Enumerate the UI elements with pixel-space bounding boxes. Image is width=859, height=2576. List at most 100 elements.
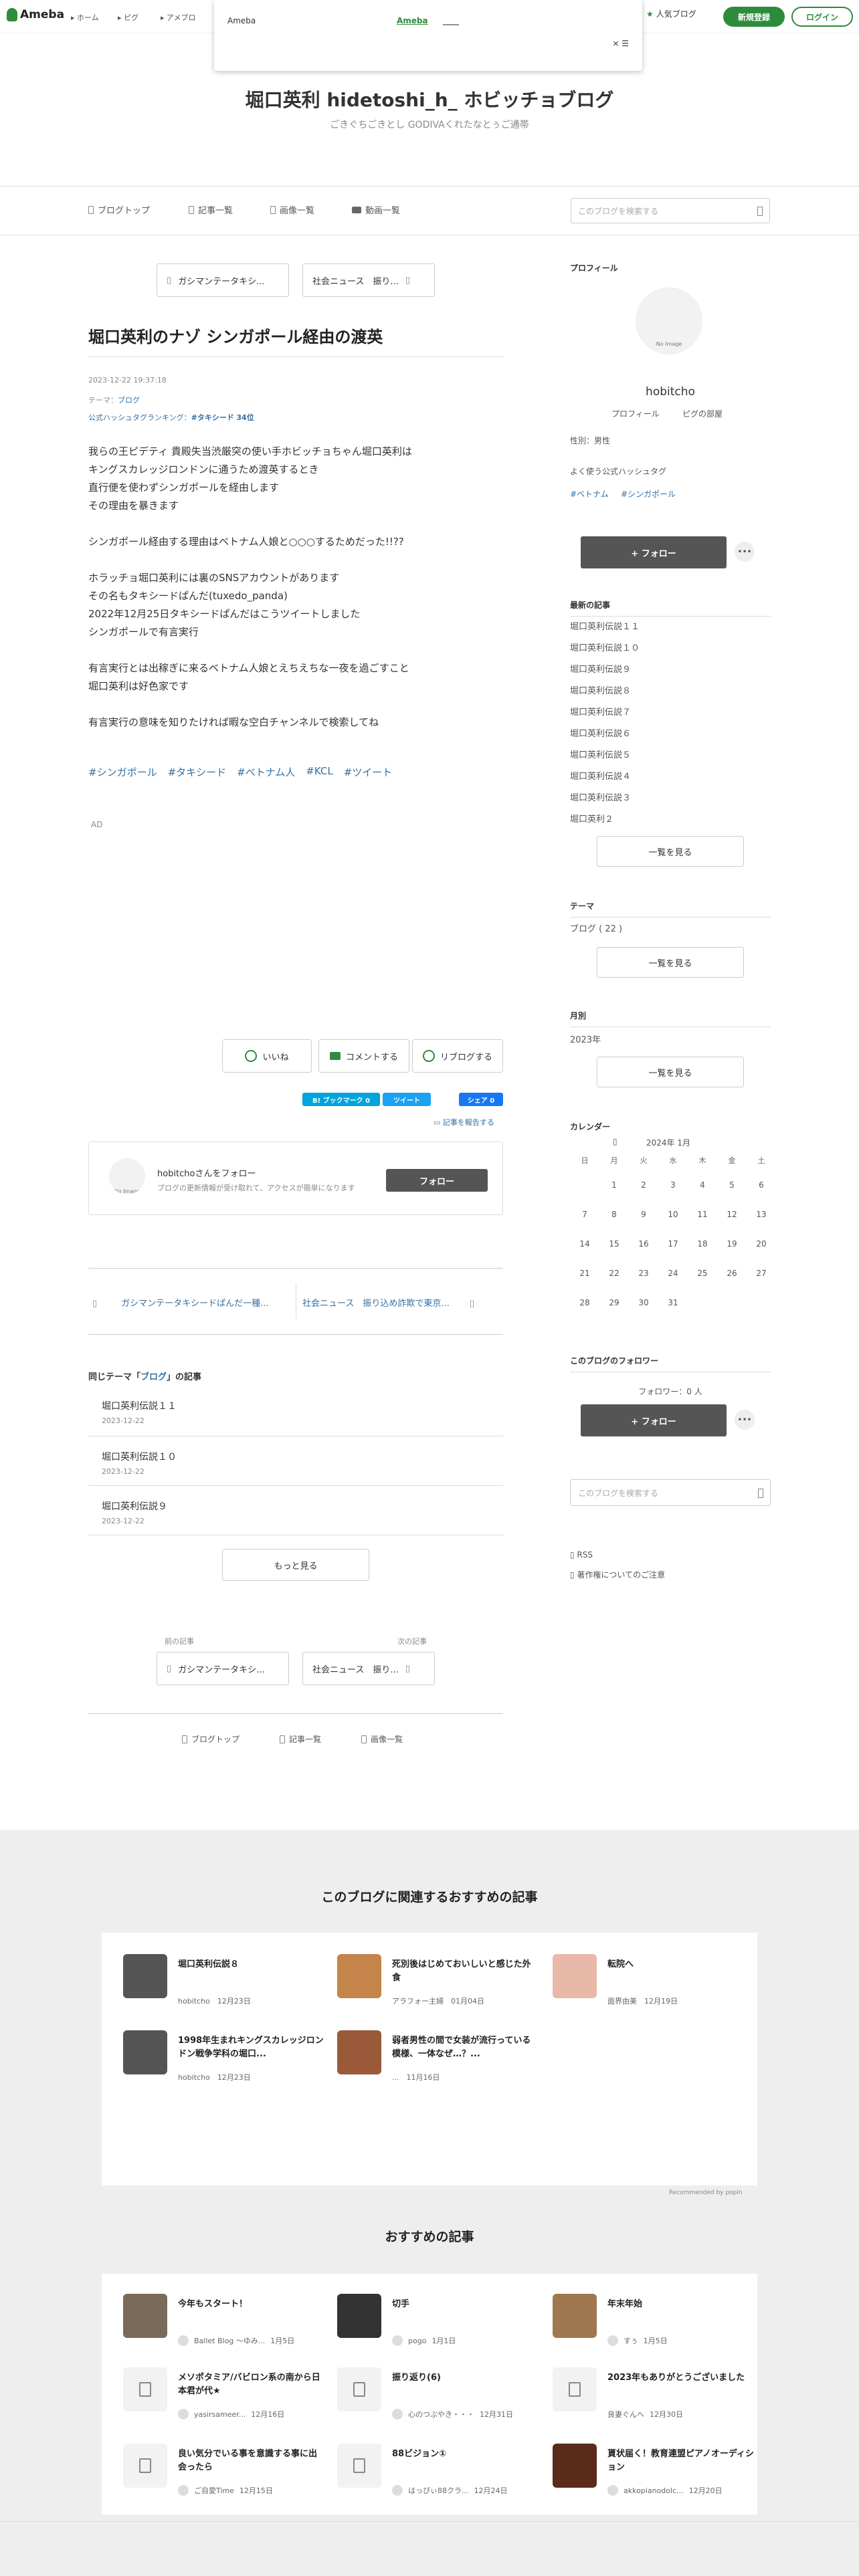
prev-article-footer[interactable]: ▯ ガシマンテータキシ... [157,1652,289,1685]
nav-article-list[interactable]: 記事一覧 [189,203,233,216]
recent-article-link[interactable]: 堀口英利伝説７ [570,702,771,724]
month-item[interactable]: 2023年 [570,1033,601,1045]
recent-article-link[interactable]: 堀口英利伝説８ [570,681,771,702]
recommend-item[interactable]: 1998年生まれキングスカレッジロンドン戦争学科の堀口... hobitcho 1… [123,2030,324,2084]
hashtag-link[interactable]: #タキシード [168,765,227,779]
popular-blog-link[interactable]: ★ 人気ブログ [646,8,696,19]
recent-article-link[interactable]: 堀口英利伝説３ [570,788,771,809]
login-button[interactable]: ログイン [791,7,853,27]
next-article-footer[interactable]: 社会ニュース 振り... ▯ [302,1652,435,1685]
prev-article-top[interactable]: ▯ ガシマンテータキシ... [157,263,289,297]
report-link[interactable]: ▭ 記事を報告する [434,1117,494,1128]
more-button[interactable]: もっと見る [222,1549,369,1581]
recommend-item[interactable]: 今年もスタート！ Ballet Blog ～ゆみ... 1月5日 [123,2294,324,2347]
recommend-item[interactable]: 88ビジョン① はっぴぃ88クラ... 12月24日 [337,2444,538,2497]
calendar-day [688,1288,717,1317]
blog-title[interactable]: 堀口英利 hidetoshi_h_ ホビッチョブログ [0,86,859,112]
search-icon [758,1489,763,1498]
sidebar-hashtag[interactable]: #シンガポール [621,488,676,500]
sidebar-follow-button-2[interactable]: + フォロー [581,1404,727,1436]
list-item[interactable]: 堀口英利伝説９ 2023-12-22 [88,1486,503,1535]
recent-article-link[interactable]: 堀口英利伝説９ [570,659,771,681]
like-button[interactable]: いいね [222,1039,312,1073]
recommend-item[interactable]: 堀口英利伝説８ hobitcho 12月23日 [123,1954,324,2008]
reblog-button[interactable]: リブログする [412,1039,503,1073]
nav-pigu[interactable]: ▸ ピグ [118,12,138,23]
ameba-logo[interactable]: Ameba [7,8,64,21]
body-line: その名もタキシードぱんだ(tuxedo_panda) [88,590,288,602]
popup-link[interactable]: Ameba [397,16,428,25]
list-item[interactable]: 堀口英利伝説１１ 2023-12-22 [88,1386,503,1436]
recommend-item[interactable]: 2023年もありがとうございました 良妻ぐんへ 12月30日 [553,2367,753,2421]
hashtag-link[interactable]: #ベトナム人 [237,765,295,779]
tweet-button[interactable]: ツイート [383,1093,431,1106]
recommend-item[interactable]: 年末年始 すぅ 1月5日 [553,2294,753,2347]
recent-article-link[interactable]: 堀口英利２ [570,809,771,831]
hashtag-link[interactable]: #シンガポール [88,765,157,779]
register-button[interactable]: 新規登録 [723,7,785,27]
facebook-share-button[interactable]: シェア 0 [459,1093,503,1106]
nav-image-list[interactable]: 画像一覧 [270,203,314,216]
recent-article-link[interactable]: 堀口英利伝説５ [570,745,771,766]
theme-list-button[interactable]: 一覧を見る [597,947,744,978]
home-icon [88,205,94,214]
prev-article-bottom[interactable]: ▯ ガシマンテータキシードぱんだ一種... [92,1296,293,1309]
month-heading: 月別 [570,1010,771,1027]
recommend-item[interactable]: 切手 pogo 1月1日 [337,2294,538,2347]
calendar-day: 30 [638,1298,649,1307]
sidebar-search-input[interactable]: このブログを検索する [570,1479,771,1506]
footer-nav-images[interactable]: 画像一覧 [361,1733,403,1745]
next-article-top[interactable]: 社会ニュース 振り... ▯ [302,263,435,297]
body-line [88,641,503,659]
sidebar-follow-button[interactable]: + フォロー [581,536,727,568]
theme-item[interactable]: ブログ ( 22 ) [570,922,622,934]
calendar-day: 11 [697,1210,708,1219]
hashtag-link[interactable]: #ツイート [344,765,393,779]
recent-article-link[interactable]: 堀口英利伝説１１ [570,617,771,638]
recent-list-button[interactable]: 一覧を見る [597,836,744,867]
rss-link[interactable]: ▯ RSS [570,1550,593,1560]
sidebar-hashtag[interactable]: #ベトナム [570,488,609,500]
next-label: 次の記事 [397,1637,427,1646]
recommend-item[interactable]: 貰状届く！教育連盟ピアノオーディション akkopianodolc... 12月20… [553,2444,754,2497]
close-icon[interactable]: × ☰ [612,39,629,48]
next-article-bottom[interactable]: 社会ニュース 振り込め詐欺で東京... ▯ [302,1296,503,1309]
recommend-item[interactable]: メソポタミア/バビロン系の南から日本君が代★ yasirsameer... 12月1… [123,2367,324,2421]
copyright-link[interactable]: ▯ 著作権についてのご注意 [570,1569,665,1580]
footer-nav-list[interactable]: 記事一覧 [280,1733,321,1745]
recommend-item[interactable]: 死別後はじめておいしいと感じた外食 アラフォー主婦 01月04日 [337,1954,538,2008]
nav-ameblo[interactable]: ▸ アメブロ [161,12,195,23]
profile-name[interactable]: hobitcho [570,385,771,399]
calendar-day: 4 [700,1180,705,1190]
recent-article-link[interactable]: 堀口英利伝説４ [570,766,771,788]
footer-nav-top[interactable]: ブログトップ [182,1733,240,1745]
follow-button[interactable]: フォロー [386,1169,488,1192]
nav-video-list[interactable]: 動画一覧 [352,203,400,216]
thumbnail [337,2030,381,2074]
recommend-item[interactable]: 転院へ 面界由美 12月19日 [553,1954,753,2008]
ranking-tag[interactable]: #タキシード [191,413,234,422]
recent-article-link[interactable]: 堀口英利伝説１０ [570,638,771,659]
more-options-icon[interactable]: ••• [735,1410,755,1430]
nav-blog-top[interactable]: ブログトップ [88,203,150,216]
nav-home[interactable]: ▸ ホーム [71,12,99,23]
calendar-prev-icon[interactable]: ▯ [613,1137,617,1146]
recommend-heading-2: おすすめの記事 [385,2230,474,2244]
month-list-button[interactable]: 一覧を見る [597,1057,744,1087]
recommend-item[interactable]: 振り返り(6) 心のつぶやき・・・ 12月31日 [337,2367,538,2421]
profile-avatar[interactable]: No Image [636,288,702,354]
recent-article-link[interactable]: 堀口英利伝説６ [570,724,771,745]
profile-link[interactable]: プロフィール [611,408,660,419]
blog-search-input[interactable]: このブログを検索する [571,198,770,223]
theme-link[interactable]: ブログ [118,396,140,405]
calendar-day: 3 [670,1180,676,1190]
more-options-icon[interactable]: ••• [735,542,755,562]
list-item[interactable]: 堀口英利伝説１０ 2023-12-22 [88,1436,503,1486]
pigu-room-link[interactable]: ピグの部屋 [682,408,723,419]
popup-link-2[interactable]: ____ [443,16,459,25]
comment-button[interactable]: コメントする [318,1039,409,1073]
recommend-item[interactable]: 弱者男性の間で女装が流行っている模様、一体なぜ…？...... 11月16日 [337,2030,538,2084]
hatena-bookmark-button[interactable]: B! ブックマーク 0 [302,1093,380,1106]
recommend-item[interactable]: 良い気分でいる事を意識する事に出会ったら ご自愛Time 12月15日 [123,2444,324,2497]
hashtag-link[interactable]: #KCL [306,765,332,779]
